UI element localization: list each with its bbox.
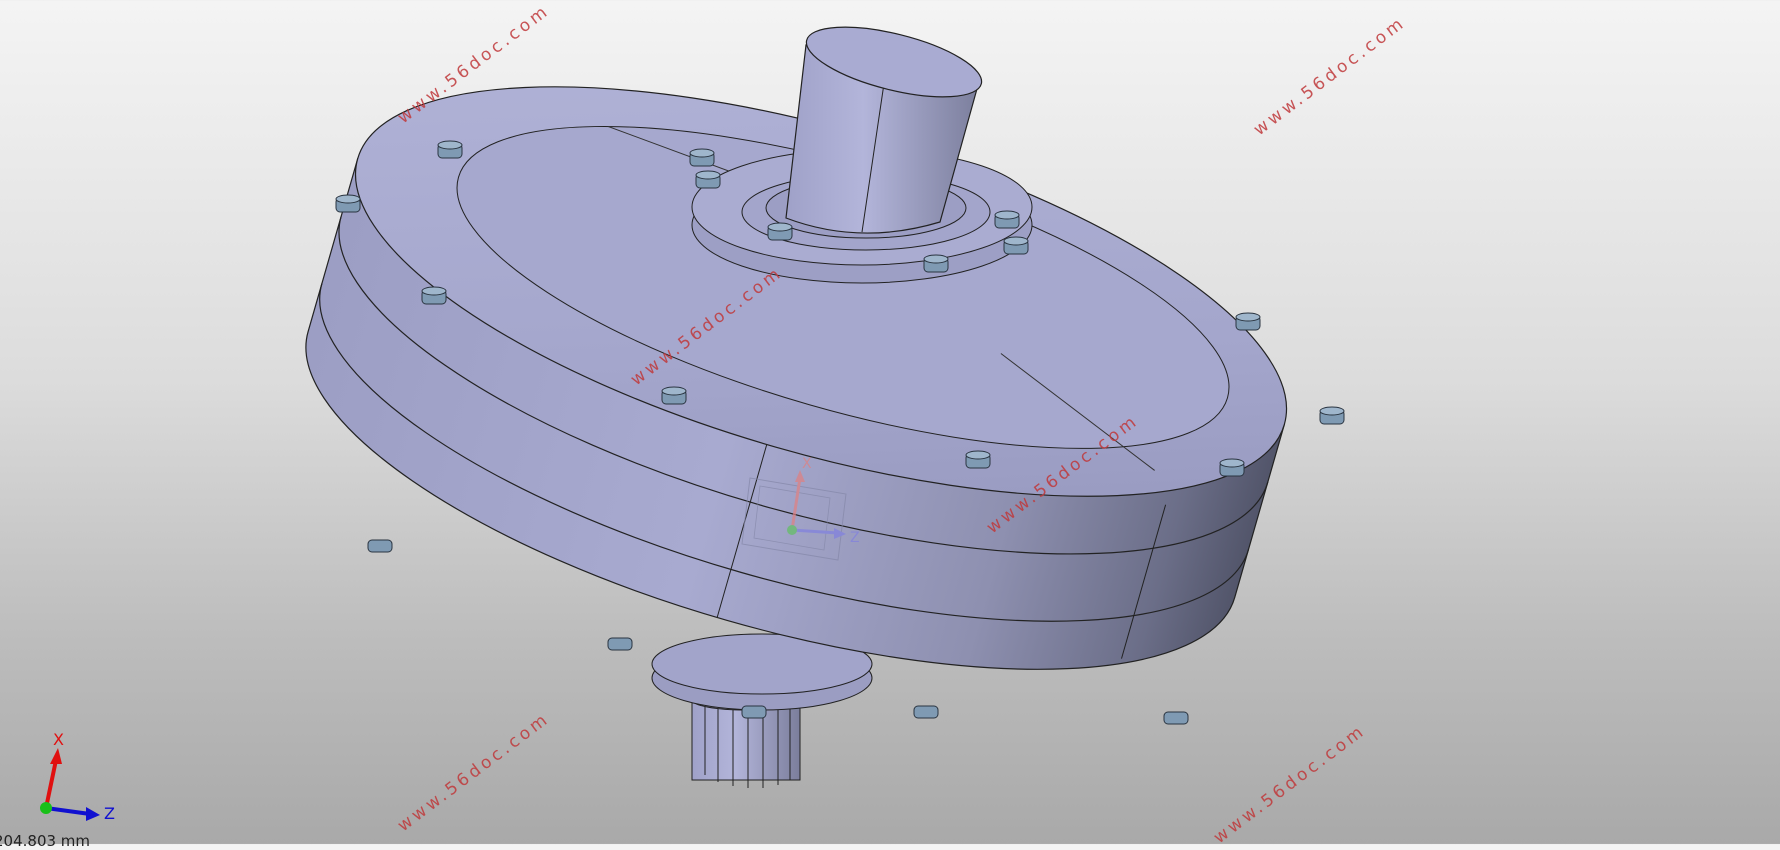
view-triad[interactable]: X Z bbox=[40, 730, 115, 823]
bolt bbox=[421, 286, 447, 305]
bolt bbox=[1003, 236, 1029, 255]
bolt bbox=[1319, 406, 1345, 425]
bolt bbox=[437, 140, 463, 159]
bolt bbox=[1163, 711, 1189, 725]
bolt bbox=[335, 194, 361, 213]
bolt bbox=[965, 450, 991, 469]
model-canvas[interactable]: X Z X Z bbox=[0, 0, 1780, 844]
bolt bbox=[367, 539, 393, 553]
center-x-label: X bbox=[802, 456, 812, 472]
bolt bbox=[994, 210, 1020, 229]
bolt bbox=[661, 386, 687, 405]
center-z-label: Z bbox=[850, 530, 860, 546]
bolt bbox=[1219, 458, 1245, 477]
bolt bbox=[741, 705, 767, 719]
bolt bbox=[689, 148, 715, 167]
3d-viewport[interactable]: X Z X Z www.56doc.com www.56doc.com www.… bbox=[0, 0, 1780, 850]
bolt bbox=[607, 637, 633, 651]
scale-readout: 204.803 mm bbox=[0, 832, 91, 850]
triad-x-label: X bbox=[53, 730, 64, 749]
triad-z-label: Z bbox=[104, 804, 115, 823]
bolt bbox=[767, 222, 793, 241]
bolt bbox=[913, 705, 939, 719]
bolt bbox=[1235, 312, 1261, 331]
bolt bbox=[923, 254, 949, 273]
bolt bbox=[695, 170, 721, 189]
